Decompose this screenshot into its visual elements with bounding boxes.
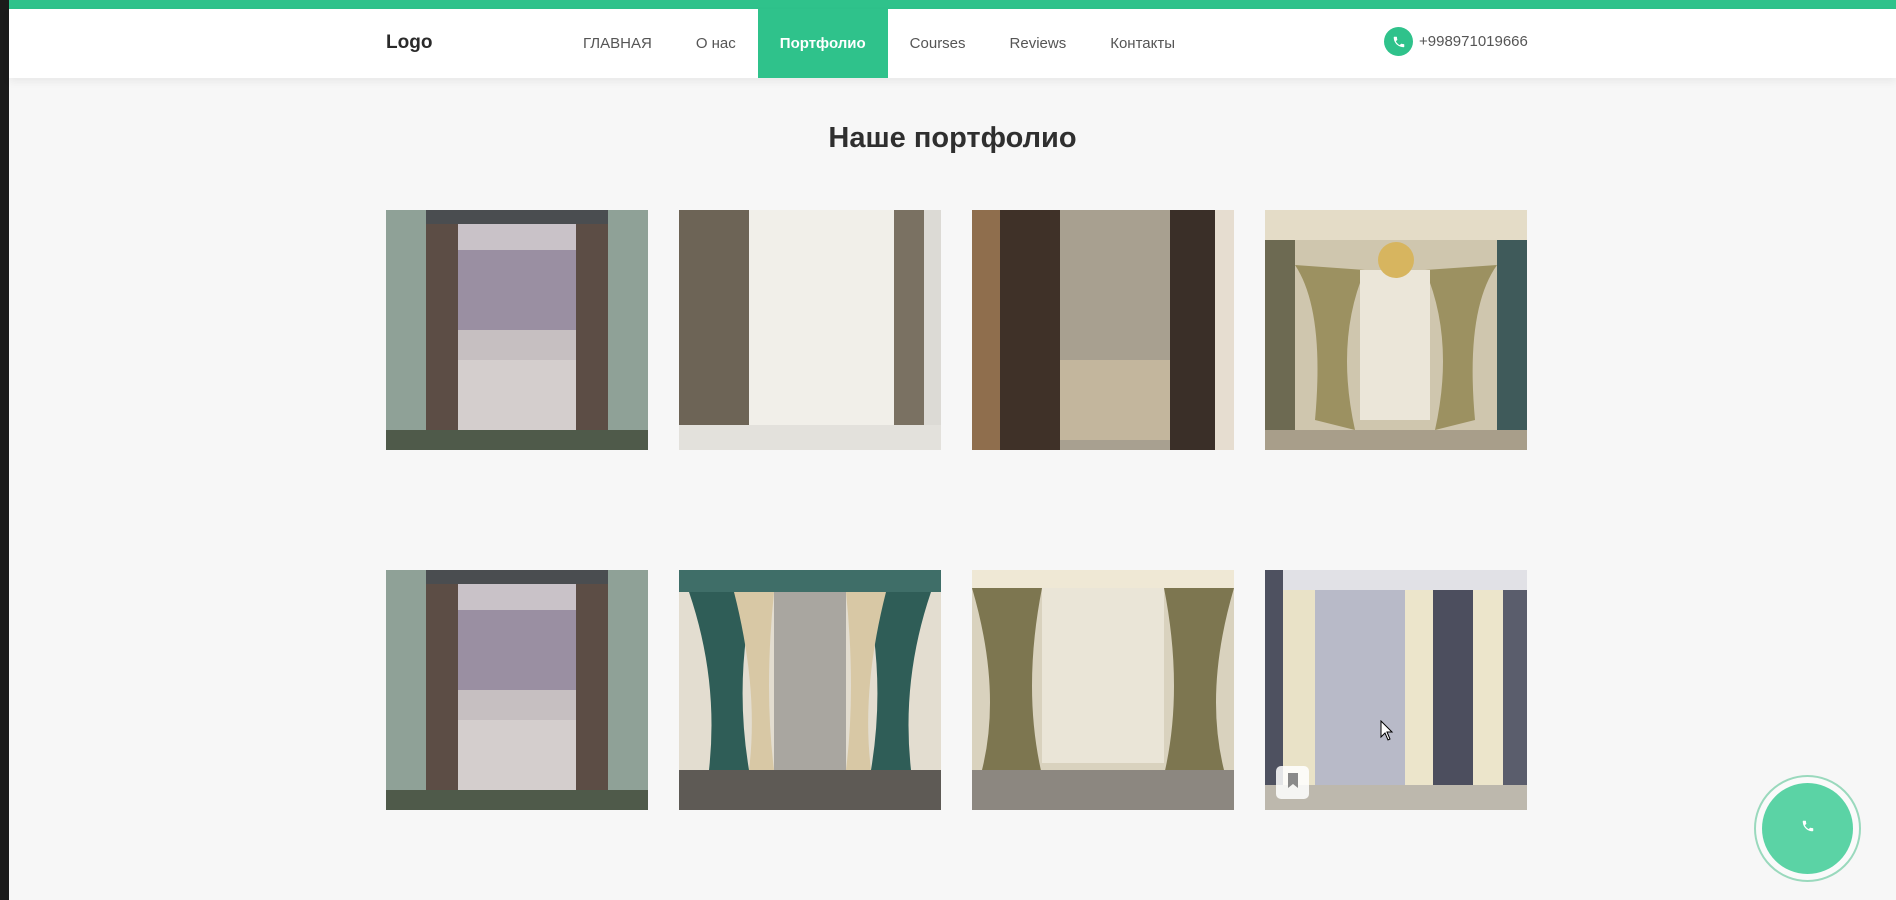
phone-icon xyxy=(1801,819,1815,838)
portfolio-image-5[interactable] xyxy=(386,570,648,810)
nav-item-courses[interactable]: Courses xyxy=(888,9,988,78)
nav-item-home[interactable]: ГЛАВНАЯ xyxy=(561,9,674,78)
phone-icon xyxy=(1384,27,1413,56)
portfolio-image-3[interactable] xyxy=(972,210,1234,450)
site-header: Logo ГЛАВНАЯ О нас Портфолио Courses Rev… xyxy=(9,9,1896,78)
phone-number: +998971019666 xyxy=(1419,33,1528,50)
portfolio-image-7[interactable] xyxy=(972,570,1234,810)
portfolio-image-1[interactable] xyxy=(386,210,648,450)
logo[interactable]: Logo xyxy=(386,32,432,54)
bookmark-button[interactable] xyxy=(1276,766,1309,799)
portfolio-image-6[interactable] xyxy=(679,570,941,810)
main-nav: ГЛАВНАЯ О нас Портфолио Courses Reviews … xyxy=(561,9,1197,78)
window-edge xyxy=(0,0,9,900)
nav-item-reviews[interactable]: Reviews xyxy=(988,9,1089,78)
portfolio-image-4[interactable] xyxy=(1265,210,1527,450)
floating-call-button[interactable] xyxy=(1754,775,1861,882)
nav-item-portfolio[interactable]: Портфолио xyxy=(757,9,888,78)
portfolio-gallery xyxy=(386,210,1528,810)
mouse-cursor-icon xyxy=(1380,719,1394,747)
portfolio-image-2[interactable] xyxy=(679,210,941,450)
header-phone[interactable]: +998971019666 xyxy=(1384,27,1528,56)
portfolio-image-8[interactable] xyxy=(1265,570,1527,810)
bookmark-icon xyxy=(1287,772,1299,793)
page-title: Наше портфолио xyxy=(828,122,1077,154)
nav-item-about[interactable]: О нас xyxy=(674,9,758,78)
nav-item-contacts[interactable]: Контакты xyxy=(1088,9,1197,78)
top-accent-line xyxy=(9,0,1896,9)
